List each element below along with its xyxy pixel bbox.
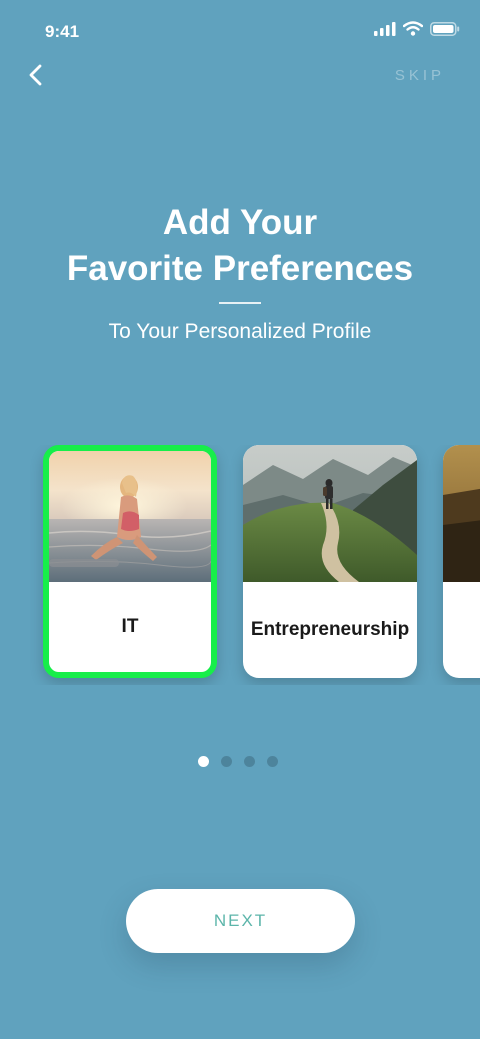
preference-card-partial[interactable] xyxy=(443,445,480,678)
next-button[interactable]: NEXT xyxy=(126,889,355,953)
card-label xyxy=(443,582,480,678)
card-label: IT xyxy=(121,616,139,637)
pagination-dots xyxy=(0,756,480,767)
chevron-left-icon xyxy=(29,64,42,86)
pagination-dot-4[interactable] xyxy=(266,756,278,767)
preference-card-it[interactable]: IT xyxy=(43,445,217,678)
card-label: Entrepreneurship xyxy=(250,619,410,640)
sunset-landscape-photo xyxy=(443,445,480,582)
hiker-trail-photo xyxy=(243,445,417,582)
title-divider xyxy=(219,302,261,304)
pagination-dot-3[interactable] xyxy=(243,756,255,767)
cellular-signal-icon xyxy=(374,21,396,36)
pagination-dot-1[interactable] xyxy=(197,756,209,767)
wifi-icon xyxy=(403,21,423,36)
title-line-1: Add Your xyxy=(162,203,318,242)
preference-card-entrepreneurship[interactable]: Entrepreneurship xyxy=(243,445,417,678)
status-icons xyxy=(374,21,460,36)
surfer-photo xyxy=(49,451,211,582)
status-time: 9:41 xyxy=(45,22,80,41)
status-bar: 9:41 xyxy=(0,0,480,60)
page-subtitle: To Your Personalized Profile xyxy=(108,320,372,343)
page-title: Add Your Favorite Preferences xyxy=(0,200,480,292)
preference-carousel[interactable]: IT Entrepreneurship xyxy=(0,445,480,685)
skip-button[interactable]: SKIP xyxy=(395,67,445,84)
battery-icon xyxy=(430,21,460,36)
title-line-2: Favorite Preferences xyxy=(66,249,414,288)
pagination-dot-2[interactable] xyxy=(220,756,232,767)
back-button[interactable] xyxy=(22,60,52,90)
